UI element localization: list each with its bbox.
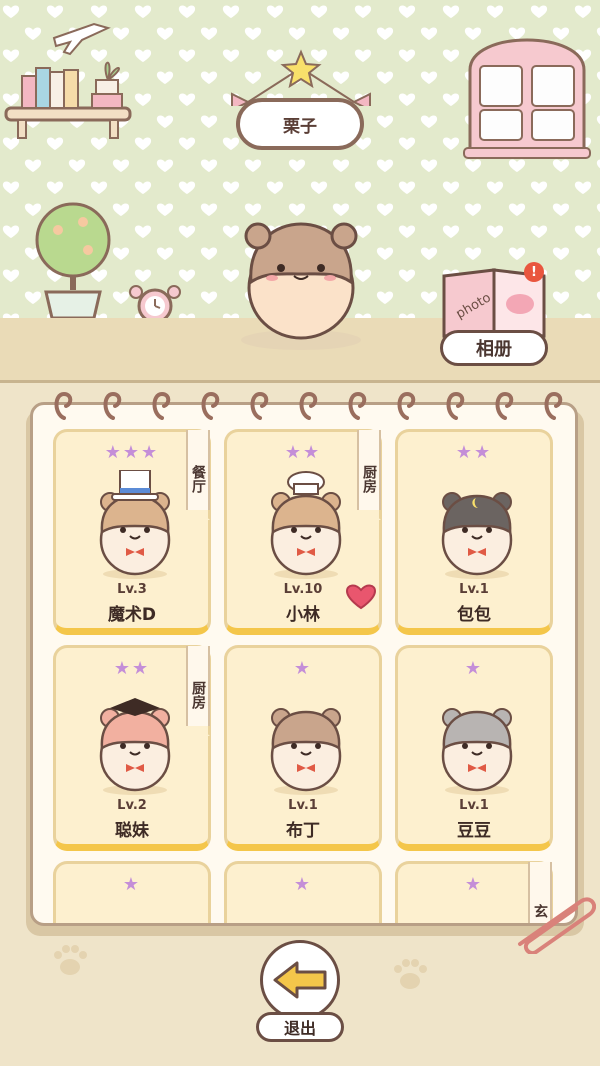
notebook-ring-icon [201,391,220,420]
notebook-ring-icon [250,391,269,420]
hamster-name: 聪妹 [115,821,149,841]
hamster-name: 包包 [457,605,491,625]
hamster-level: Lv.1 [288,798,318,813]
back-arrow-icon [273,961,327,999]
main-hamster[interactable] [226,212,376,352]
hamster-collection-notebook: ★★★ 餐厅 Lv.3 魔术D ★★ 厨房 Lv.10 小林 ★★ Lv.1 包包 ★★ 厨房 [30,402,578,926]
hamster-level: Lv.1 [459,582,489,597]
notebook-ring-icon [495,391,514,420]
room-tag: 餐厅 [186,430,210,520]
hamster-portrait [92,469,178,580]
exit-button[interactable] [260,940,340,1020]
rarity-stars: ★ [293,658,313,679]
notebook-ring-icon [54,391,73,420]
rarity-stars: ★★ [455,442,493,463]
album-button[interactable]: photo ! [438,262,552,338]
hamster-level: Lv.1 [459,798,489,813]
album-label[interactable]: 相册 [440,330,548,366]
hamster-level: Lv.2 [117,798,147,813]
hamster-card[interactable]: ★★ 厨房 Lv.10 小林 [224,429,382,635]
hamster-card[interactable]: ★★ Lv.1 包包 [395,429,553,635]
hamster-card[interactable]: ★★★ 餐厅 Lv.3 魔术D [53,429,211,635]
name-sign-hanger-icon [231,49,371,106]
paw-print-icon [394,959,427,989]
hamster-name-sign: 栗子 [236,98,364,150]
paw-print-icon [54,945,87,975]
notebook-ring-icon [348,391,367,420]
rarity-stars: ★ [293,874,313,895]
notebook-ring-icon [446,391,465,420]
hamster-portrait [92,686,178,796]
favorite-heart-icon[interactable] [345,582,377,614]
hamster-card[interactable]: ★ [53,861,211,923]
alarm-clock-icon [129,285,181,320]
bookshelf-icon [4,22,132,139]
notebook-ring-icon [544,391,563,420]
exit-label[interactable]: 退出 [256,1012,344,1042]
paperclip-icon [518,897,596,954]
hamster-card[interactable]: ★ Lv.1 布丁 [224,645,382,851]
window-icon [463,38,591,159]
hamster-name: 布丁 [286,821,320,841]
potted-plant-icon [35,202,111,320]
notebook-ring-icon [103,391,122,420]
notebook-ring-icon [397,391,416,420]
hamster-portrait [263,686,349,796]
rarity-stars: ★ [464,658,484,679]
room-tag: 厨房 [357,430,381,520]
hamster-portrait [434,686,520,796]
hamster-name: 豆豆 [457,821,491,841]
hamster-portrait [434,470,520,580]
hamster-card[interactable]: ★ [224,861,382,923]
room-tag: 厨房 [186,646,210,736]
notification-badge: ! [524,262,544,282]
rarity-stars: ★ [122,874,142,895]
hamster-portrait [263,470,349,580]
notebook-ring-icon [299,391,318,420]
notebook-ring-icon [152,391,171,420]
hamster-level: Lv.3 [117,582,147,597]
hamster-card[interactable]: ★★ 厨房 Lv.2 聪妹 [53,645,211,851]
hamster-card[interactable]: ★ Lv.1 豆豆 [395,645,553,851]
hamster-name: 魔术D [107,605,157,625]
